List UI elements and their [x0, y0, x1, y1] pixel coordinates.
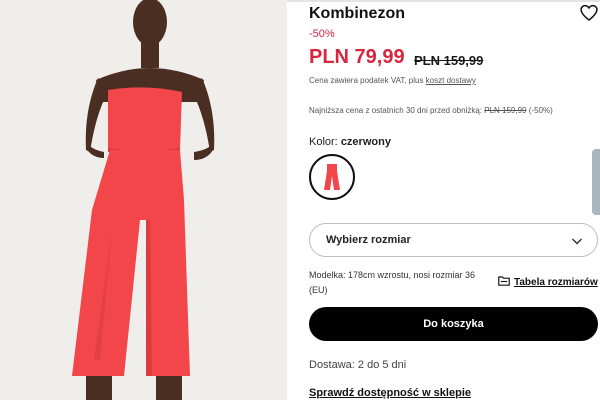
- add-to-cart-button[interactable]: Do koszyka: [309, 307, 598, 341]
- size-select-label: Wybierz rozmiar: [326, 234, 411, 246]
- color-value: czerwony: [340, 136, 391, 148]
- discount-badge: -50%: [309, 28, 335, 40]
- product-image[interactable]: [0, 0, 287, 400]
- delivery-info: Dostawa: 2 do 5 dni: [309, 359, 407, 371]
- old-price: PLN 159,99: [414, 53, 484, 68]
- vat-text: Cena zawiera podatek VAT, plus: [309, 76, 424, 85]
- product-info: Kombinezon -50% PLN 79,99 PLN 159,99 Cen…: [309, 0, 600, 400]
- chevron-down-icon: [571, 238, 583, 245]
- size-table-link[interactable]: Tabela rozmiarów: [498, 276, 598, 288]
- vat-note: Cena zawiera podatek VAT, plus koszt dos…: [309, 76, 476, 85]
- size-table-label: Tabela rozmiarów: [514, 277, 598, 288]
- size-select[interactable]: Wybierz rozmiar: [309, 223, 598, 257]
- lowest-price-value: PLN 159,99: [484, 106, 527, 115]
- model-size-note: Modelka: 178cm wzrostu, nosi rozmiar 36 …: [309, 270, 476, 295]
- lowest-price-discount: (-50%): [528, 106, 553, 115]
- folder-icon: [498, 276, 510, 286]
- wishlist-button[interactable]: [579, 3, 599, 23]
- swatch-thumbnail: [324, 164, 340, 190]
- store-availability-link[interactable]: Sprawdź dostępność w sklepie: [309, 387, 471, 399]
- delivery-cost-link[interactable]: koszt dostawy: [426, 76, 476, 85]
- color-swatch-red[interactable]: [309, 154, 355, 200]
- color-label: Kolor: czerwony: [309, 136, 391, 148]
- side-feedback-tab[interactable]: [592, 149, 600, 215]
- product-title: Kombinezon: [309, 5, 405, 22]
- lowest-price-note: Najniższa cena z ostatnich 30 dni przed …: [309, 106, 553, 115]
- lowest-price-prefix: Najniższa cena z ostatnich 30 dni przed …: [309, 106, 482, 115]
- model-photo: [0, 0, 287, 400]
- color-label-prefix: Kolor:: [309, 136, 338, 148]
- current-price: PLN 79,99: [309, 46, 405, 68]
- heart-icon: [580, 4, 598, 22]
